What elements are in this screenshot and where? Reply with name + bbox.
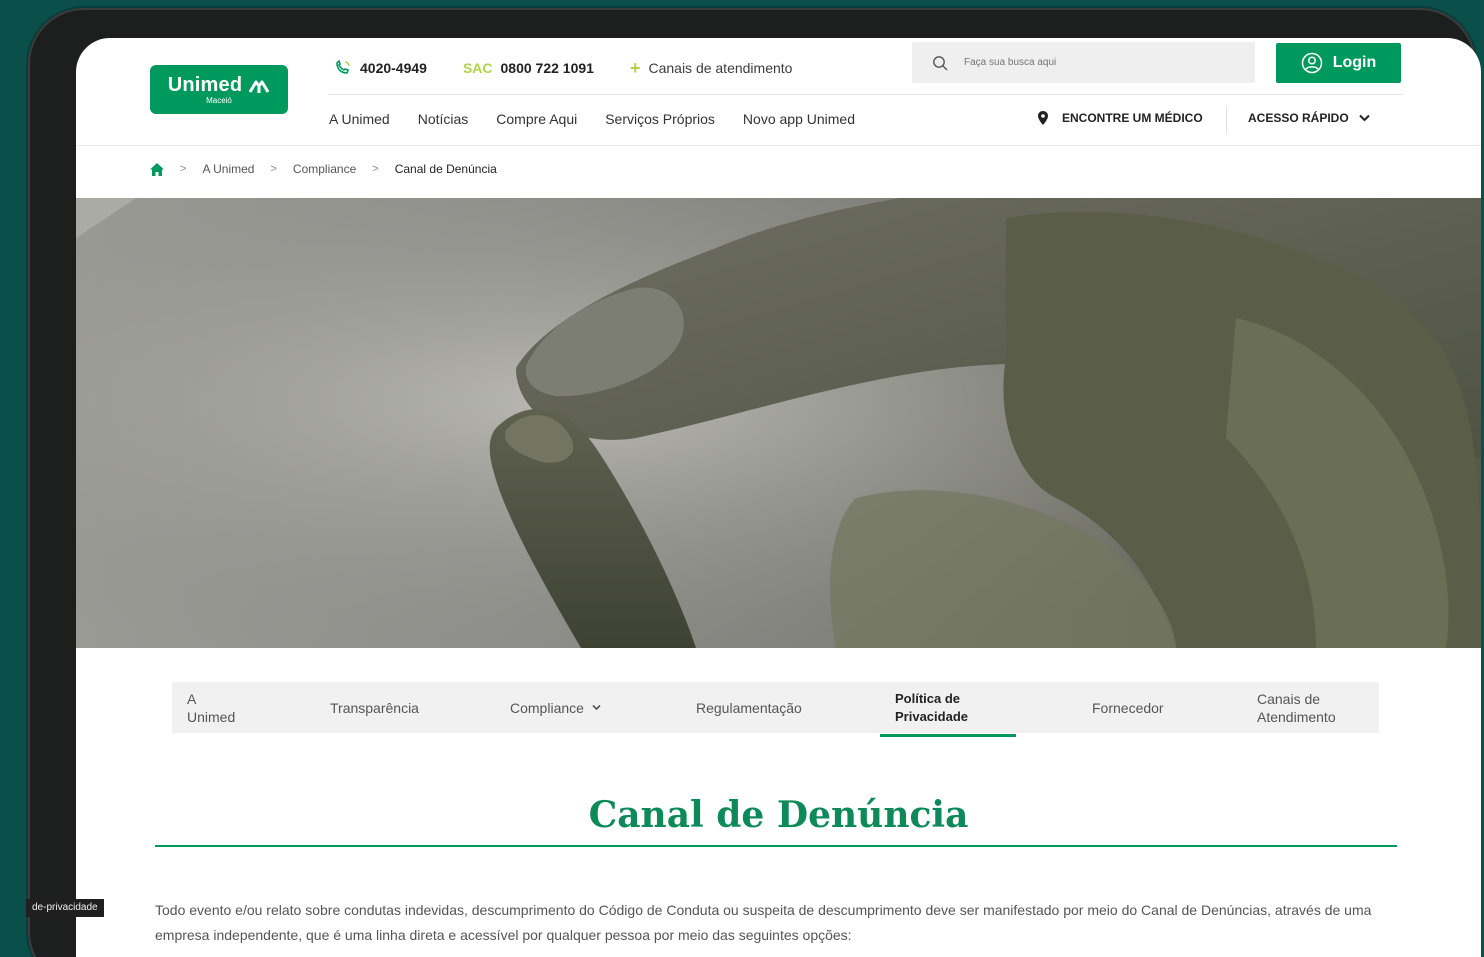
tab-label-line: Unimed bbox=[187, 708, 236, 725]
intro-paragraph: Todo evento e/ou relato sobre condutas i… bbox=[155, 902, 1372, 943]
phone-number: 4020-4949 bbox=[360, 60, 427, 76]
tab-canais-de-atendimento[interactable]: Canais de Atendimento bbox=[1257, 690, 1336, 726]
chevron-down-icon bbox=[1358, 114, 1370, 122]
tab-label: Compliance bbox=[510, 699, 584, 716]
header-divider bbox=[328, 94, 1403, 95]
breadcrumb-separator: > bbox=[372, 163, 379, 175]
nav-item-a-unimed[interactable]: A Unimed bbox=[329, 111, 390, 127]
tab-label: Fornecedor bbox=[1092, 699, 1164, 716]
logo-name: Unimed bbox=[167, 74, 243, 96]
title-underline bbox=[155, 845, 1397, 847]
section-tabs: A Unimed Transparência Compliance Regula… bbox=[172, 682, 1379, 737]
nav-item-noticias[interactable]: Notícias bbox=[418, 111, 469, 127]
breadcrumb-item[interactable]: A Unimed bbox=[202, 162, 254, 176]
unimed-logo[interactable]: Unimed Maceió bbox=[150, 65, 288, 114]
breadcrumb-separator: > bbox=[180, 163, 187, 175]
search-input[interactable] bbox=[964, 57, 1224, 68]
breadcrumb-current: Canal de Denúncia bbox=[394, 162, 497, 176]
phone-link[interactable]: 4020-4949 bbox=[334, 60, 427, 76]
tab-label: Transparência bbox=[330, 699, 419, 716]
tab-label-line: A bbox=[187, 690, 197, 707]
page-title: Canal de Denúncia bbox=[588, 794, 969, 836]
browser-viewport: Unimed Maceió 4020-4949 SAC 0800 722 109… bbox=[76, 38, 1481, 957]
find-doctor-link[interactable]: ENCONTRE UM MÉDICO bbox=[1038, 111, 1203, 125]
tab-label-line: Política de bbox=[895, 690, 961, 706]
canais-link[interactable]: + Canais de atendimento bbox=[630, 59, 793, 77]
chevron-down-icon bbox=[592, 704, 601, 711]
home-icon[interactable] bbox=[150, 162, 164, 176]
unimed-mark-icon bbox=[248, 80, 270, 93]
nav-separator bbox=[1226, 106, 1227, 134]
sac-label: SAC bbox=[462, 60, 493, 76]
search-box bbox=[912, 42, 1255, 83]
tab-fornecedor[interactable]: Fornecedor bbox=[1092, 699, 1164, 717]
link-status-tooltip: de-privacidade bbox=[26, 899, 104, 917]
canais-label: Canais de atendimento bbox=[648, 60, 793, 76]
nav-item-servicos-proprios[interactable]: Serviços Próprios bbox=[605, 111, 715, 127]
breadcrumb: > A Unimed > Compliance > Canal de Denún… bbox=[150, 162, 497, 176]
tab-transparencia[interactable]: Transparência bbox=[330, 699, 419, 717]
hero-fingers-illustration bbox=[76, 198, 1481, 648]
tab-compliance[interactable]: Compliance bbox=[510, 699, 601, 717]
device-frame: Unimed Maceió 4020-4949 SAC 0800 722 109… bbox=[28, 8, 1481, 957]
plus-icon: + bbox=[629, 58, 641, 78]
header-bottom-border bbox=[76, 145, 1481, 146]
nav-item-compre-aqui[interactable]: Compre Aqui bbox=[496, 111, 577, 127]
search-icon[interactable] bbox=[932, 55, 948, 71]
sac-number: 0800 722 1091 bbox=[500, 60, 594, 76]
quick-access-label: ACESSO RÁPIDO bbox=[1248, 111, 1349, 125]
login-button[interactable]: Login bbox=[1276, 43, 1401, 83]
breadcrumb-separator: > bbox=[270, 163, 277, 175]
tab-regulamentacao[interactable]: Regulamentação bbox=[696, 699, 802, 717]
tab-label-line: Atendimento bbox=[1257, 708, 1336, 725]
map-pin-icon bbox=[1038, 111, 1048, 125]
tab-label: Regulamentação bbox=[696, 699, 802, 716]
tab-label-line: Privacidade bbox=[895, 708, 968, 724]
user-circle-icon bbox=[1301, 52, 1322, 74]
find-doctor-label: ENCONTRE UM MÉDICO bbox=[1062, 111, 1203, 125]
login-label: Login bbox=[1332, 54, 1377, 71]
logo-city: Maceió bbox=[206, 96, 232, 105]
hero-image bbox=[76, 198, 1481, 648]
phone-icon bbox=[336, 60, 350, 74]
active-tab-indicator bbox=[880, 733, 1016, 737]
quick-access-dropdown[interactable]: ACESSO RÁPIDO bbox=[1248, 111, 1370, 125]
breadcrumb-item[interactable]: Compliance bbox=[293, 162, 356, 176]
nav-item-novo-app[interactable]: Novo app Unimed bbox=[743, 111, 855, 127]
tab-label-line: Canais de bbox=[1257, 690, 1321, 707]
tab-politica-de-privacidade[interactable]: Política de Privacidade bbox=[880, 690, 1016, 737]
contact-bar: 4020-4949 SAC 0800 722 1091 + Canais de … bbox=[334, 58, 792, 78]
main-nav: A Unimed Notícias Compre Aqui Serviços P… bbox=[329, 111, 855, 127]
sac-link[interactable]: SAC 0800 722 1091 bbox=[463, 60, 594, 76]
tab-a-unimed[interactable]: A Unimed bbox=[187, 690, 235, 726]
